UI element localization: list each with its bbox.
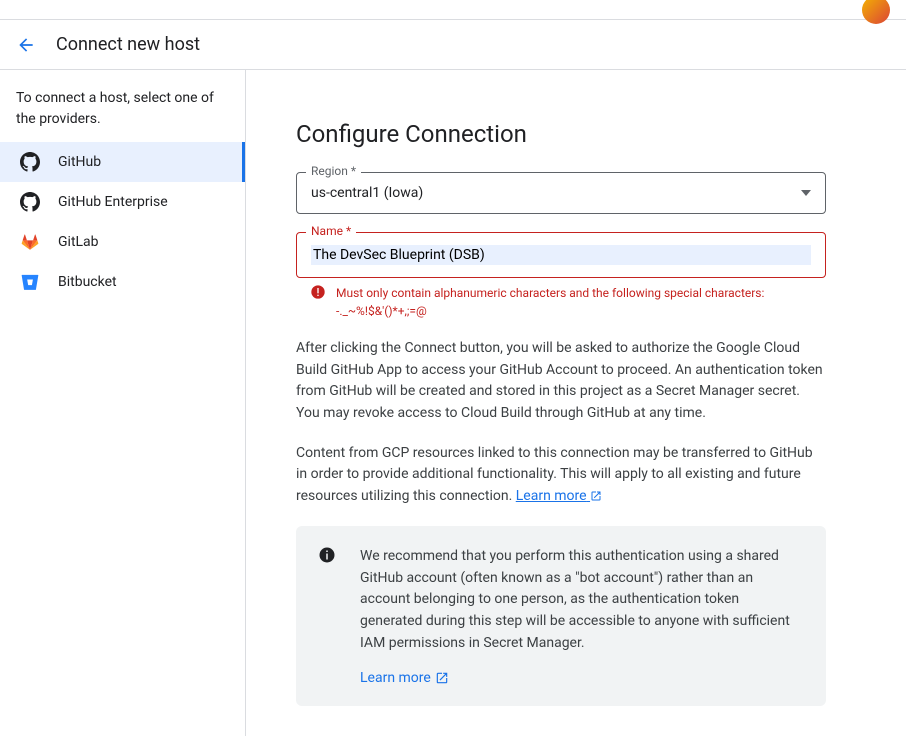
region-value: us-central1 (Iowa) (311, 185, 423, 201)
gitlab-icon (20, 232, 40, 252)
learn-more-link[interactable]: Learn more (516, 488, 602, 504)
region-field[interactable]: Region * us-central1 (Iowa) (296, 172, 826, 214)
description-1: After clicking the Connect button, you w… (296, 338, 826, 425)
avatar[interactable] (862, 0, 890, 24)
top-icons (862, 0, 890, 24)
name-label: Name * (306, 224, 356, 238)
github-icon (20, 152, 40, 172)
sidebar-item-github-enterprise[interactable]: GitHub Enterprise (0, 182, 245, 222)
bitbucket-icon (20, 272, 40, 292)
sidebar-item-bitbucket[interactable]: Bitbucket (0, 262, 245, 302)
sidebar-instruction: To connect a host, select one of the pro… (0, 88, 245, 142)
info-learn-more-link[interactable]: Learn more (360, 670, 449, 686)
header-row: Connect new host (0, 20, 906, 70)
name-error: Must only contain alphanumeric character… (296, 278, 826, 320)
sidebar-item-label: Bitbucket (58, 274, 117, 290)
sidebar-item-gitlab[interactable]: GitLab (0, 222, 245, 262)
info-text: We recommend that you perform this authe… (360, 546, 804, 654)
top-bar (0, 0, 906, 20)
main-heading: Configure Connection (296, 120, 826, 148)
name-field[interactable]: Name * Must only contain alphanumeric ch… (296, 232, 826, 320)
chevron-down-icon (801, 190, 811, 196)
error-text: Must only contain alphanumeric character… (336, 284, 826, 320)
name-input[interactable] (311, 245, 811, 265)
sidebar-item-label: GitHub (58, 154, 101, 170)
github-icon (20, 192, 40, 212)
region-label: Region * (306, 164, 361, 178)
main-content: Configure Connection Region * us-central… (246, 70, 886, 736)
description-2: Content from GCP resources linked to thi… (296, 443, 826, 508)
error-icon (310, 284, 326, 320)
sidebar-item-github[interactable]: GitHub (0, 142, 245, 182)
info-box: We recommend that you perform this authe… (296, 526, 826, 706)
sidebar: To connect a host, select one of the pro… (0, 70, 246, 736)
info-icon (318, 546, 336, 564)
sidebar-item-label: GitLab (58, 234, 99, 250)
page-title: Connect new host (56, 34, 200, 55)
sidebar-item-label: GitHub Enterprise (58, 194, 168, 210)
back-arrow-icon[interactable] (16, 35, 36, 55)
